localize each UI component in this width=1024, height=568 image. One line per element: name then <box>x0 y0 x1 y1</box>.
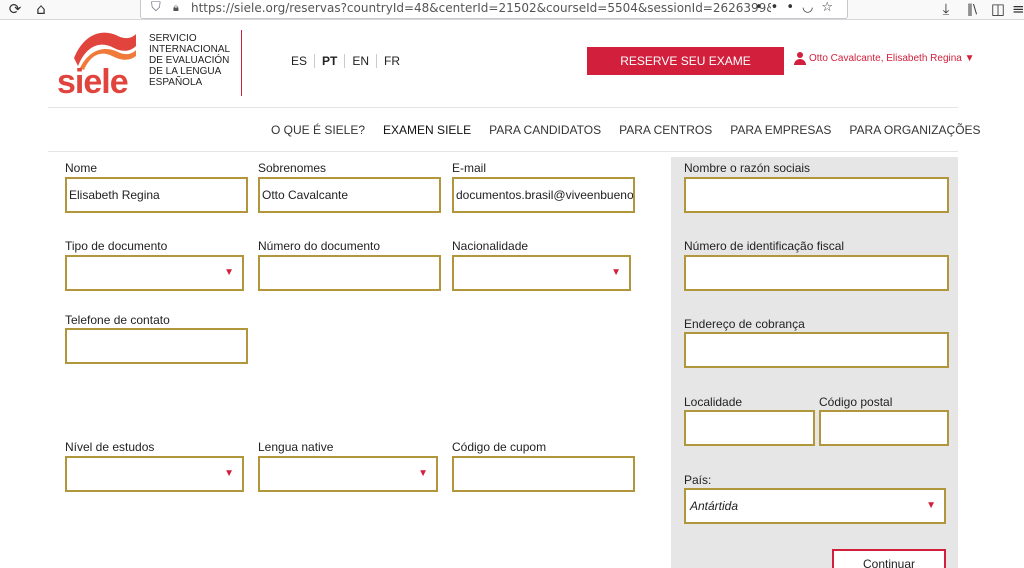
bookmark-star-icon[interactable]: ☆ <box>821 0 841 15</box>
codigo-cupom-input[interactable] <box>452 456 635 492</box>
localidade-input[interactable] <box>684 410 815 446</box>
shield-icon[interactable]: ⛉ <box>151 0 161 17</box>
address-bar[interactable]: ⛉ 🔒︎ https://siele.org/reservas?countryI… <box>140 0 848 19</box>
nav-para-centros[interactable]: PARA CENTROS <box>619 123 712 137</box>
logo-divider <box>241 30 242 96</box>
caret-down-icon: ▼ <box>224 468 234 479</box>
pais-select[interactable]: Antártida ▼ <box>684 488 946 524</box>
lock-icon[interactable]: 🔒︎ <box>173 0 179 17</box>
logo-text-line: DE LA LENGUA <box>149 66 222 77</box>
caret-down-icon: ▼ <box>926 500 936 511</box>
sobrenomes-label: Sobrenomes <box>258 161 327 175</box>
home-icon[interactable]: ⌂ <box>32 0 50 20</box>
nav-para-empresas[interactable]: PARA EMPRESAS <box>730 123 831 137</box>
sidebar-icon[interactable]: ◫ <box>990 0 1006 20</box>
lang-en[interactable]: EN <box>345 54 378 68</box>
caret-down-icon: ▼ <box>611 267 621 278</box>
lengua-native-select[interactable]: ▼ <box>258 456 438 492</box>
reserve-exam-button[interactable]: RESERVE SEU EXAME <box>587 47 784 75</box>
localidade-label: Localidade <box>684 395 743 409</box>
codigo-postal-label: Código postal <box>819 395 893 409</box>
nacionalidade-label: Nacionalidade <box>452 239 529 253</box>
razon-social-input[interactable] <box>684 177 949 213</box>
caret-down-icon: ▼ <box>224 267 234 278</box>
endereco-input[interactable] <box>684 332 949 368</box>
nav-o-que-e-siele[interactable]: O QUE É SIELE? <box>271 123 365 137</box>
language-switcher: ES PT EN FR <box>284 54 407 68</box>
endereco-label: Endereço de cobrança <box>684 317 805 331</box>
lang-fr[interactable]: FR <box>377 54 407 68</box>
nif-label: Número de identificação fiscal <box>684 239 845 253</box>
logo-text-line: DE EVALUACIÓN <box>149 55 230 66</box>
pais-value: Antártida <box>690 499 739 513</box>
nacionalidade-select[interactable]: ▼ <box>452 255 631 291</box>
continue-button[interactable]: Continuar <box>832 549 946 568</box>
siele-logo-text: SERVICIO INTERNACIONAL DE EVALUACIÓN DE … <box>149 33 230 88</box>
telefone-label: Telefone de contato <box>65 313 170 327</box>
numero-documento-input[interactable] <box>258 255 441 291</box>
lang-es[interactable]: ES <box>284 54 316 68</box>
sobrenomes-input[interactable]: Otto Cavalcante <box>258 177 441 213</box>
email-input[interactable]: documentos.brasil@viveenbuenos <box>452 177 635 213</box>
more-icon[interactable]: ••• <box>755 0 802 15</box>
user-icon <box>794 52 806 65</box>
nav-para-organizacoes[interactable]: PARA ORGANIZAÇÕES <box>849 123 980 137</box>
reload-icon[interactable]: ⟳ <box>6 0 24 20</box>
codigo-cupom-label: Código de cupom <box>452 440 547 454</box>
lengua-native-label: Lengua native <box>258 440 334 454</box>
tipo-documento-label: Tipo de documento <box>65 239 168 253</box>
menu-icon[interactable]: ≡ <box>1012 0 1024 20</box>
nif-input[interactable] <box>684 255 949 291</box>
email-label: E-mail <box>452 161 487 175</box>
pais-label: País: <box>684 473 712 487</box>
lang-pt[interactable]: PT <box>315 54 346 68</box>
siele-logo-wordmark[interactable]: siele <box>57 62 129 102</box>
nivel-estudos-select[interactable]: ▼ <box>65 456 244 492</box>
nav-examen-siele[interactable]: EXAMEN SIELE <box>383 123 471 137</box>
telefone-input[interactable] <box>65 328 248 364</box>
nivel-estudos-label: Nível de estudos <box>65 440 155 454</box>
header-divider <box>48 107 958 108</box>
nome-input[interactable]: Elisabeth Regina <box>65 177 248 213</box>
user-menu[interactable]: Otto Cavalcante, Elisabeth Regina ▼ <box>794 52 975 65</box>
logo-text-line: SERVICIO <box>149 33 197 44</box>
logo-text-line: INTERNACIONAL <box>149 44 231 55</box>
browser-toolbar: ⟳ ⌂ ⛉ 🔒︎ https://siele.org/reservas?coun… <box>0 0 1024 20</box>
nav-divider <box>48 151 958 152</box>
url-text[interactable]: https://siele.org/reservas?countryId=48&… <box>191 0 771 17</box>
library-icon[interactable]: ‖\ <box>964 0 980 20</box>
nome-label: Nome <box>65 161 98 175</box>
logo-text-line: ESPAÑOLA <box>149 77 203 88</box>
main-nav: O QUE É SIELE? EXAMEN SIELE PARA CANDIDATO… <box>262 123 990 137</box>
user-name[interactable]: Otto Cavalcante, Elisabeth Regina <box>809 53 962 64</box>
caret-down-icon: ▼ <box>418 468 428 479</box>
user-caret-icon[interactable]: ▼ <box>965 53 975 64</box>
numero-documento-label: Número do documento <box>258 239 381 253</box>
tipo-documento-select[interactable]: ▼ <box>65 255 244 291</box>
nav-para-candidatos[interactable]: PARA CANDIDATOS <box>489 123 601 137</box>
razon-social-label: Nombre o razón sociais <box>684 161 811 175</box>
download-icon[interactable]: ⤓ <box>938 0 954 20</box>
codigo-postal-input[interactable] <box>819 410 949 446</box>
pocket-icon[interactable]: ◡ <box>802 0 821 15</box>
